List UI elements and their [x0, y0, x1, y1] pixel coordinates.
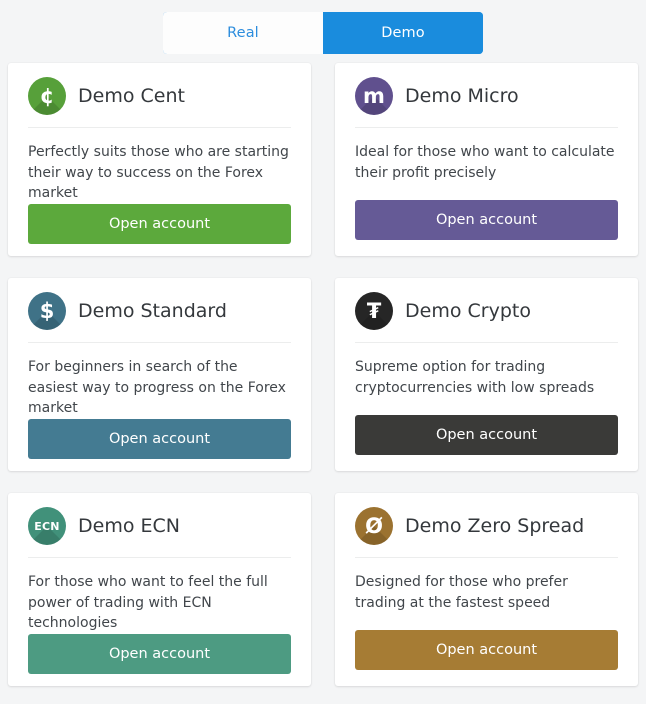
- card-title: Demo Cent: [78, 84, 185, 107]
- card-title: Demo Crypto: [405, 299, 531, 322]
- account-card-demo-micro: m Demo Micro Ideal for those who want to…: [335, 63, 638, 256]
- ecn-icon: ECN: [28, 507, 66, 545]
- zero-spread-icon: Ø: [355, 507, 393, 545]
- micro-icon: m: [355, 77, 393, 115]
- card-title: Demo ECN: [78, 514, 180, 537]
- card-description: For beginners in search of the easiest w…: [28, 359, 286, 417]
- card-title: Demo Zero Spread: [405, 514, 585, 537]
- card-description: Ideal for those who want to calculate th…: [355, 144, 615, 181]
- dollar-icon: $: [28, 292, 66, 330]
- account-card-demo-standard: $ Demo Standard For beginners in search …: [8, 278, 311, 471]
- tab-real[interactable]: Real: [163, 12, 323, 54]
- card-header: Ø Demo Zero Spread: [355, 507, 618, 558]
- icon-glyph: m: [363, 83, 385, 108]
- account-card-demo-crypto: ₮ Demo Crypto Supreme option for trading…: [335, 278, 638, 471]
- card-header: m Demo Micro: [355, 77, 618, 128]
- card-description: Perfectly suits those who are starting t…: [28, 144, 289, 202]
- tab-demo[interactable]: Demo: [323, 12, 483, 54]
- cent-icon: ¢: [28, 77, 66, 115]
- open-account-button[interactable]: Open account: [355, 200, 618, 240]
- open-account-button[interactable]: Open account: [355, 630, 618, 670]
- card-title: Demo Micro: [405, 84, 519, 107]
- icon-glyph: ₮: [366, 298, 382, 323]
- card-description: Designed for those who prefer trading at…: [355, 574, 568, 611]
- card-header: ECN Demo ECN: [28, 507, 291, 558]
- account-type-toggle[interactable]: Real Demo: [163, 12, 483, 54]
- account-card-demo-ecn: ECN Demo ECN For those who want to feel …: [8, 493, 311, 686]
- tether-icon: ₮: [355, 292, 393, 330]
- icon-glyph: ¢: [39, 83, 55, 108]
- icon-glyph: $: [39, 298, 55, 323]
- card-description: Supreme option for trading cryptocurrenc…: [355, 359, 595, 396]
- card-header: ¢ Demo Cent: [28, 77, 291, 128]
- card-header: ₮ Demo Crypto: [355, 292, 618, 343]
- account-cards-grid: ¢ Demo Cent Perfectly suits those who ar…: [0, 63, 646, 686]
- icon-glyph: ECN: [34, 519, 60, 533]
- open-account-button[interactable]: Open account: [28, 204, 291, 245]
- open-account-button[interactable]: Open account: [355, 415, 618, 455]
- account-card-demo-cent: ¢ Demo Cent Perfectly suits those who ar…: [8, 63, 311, 256]
- card-description: For those who want to feel the full powe…: [28, 574, 268, 632]
- card-header: $ Demo Standard: [28, 292, 291, 343]
- open-account-button[interactable]: Open account: [28, 634, 291, 675]
- open-account-button[interactable]: Open account: [28, 419, 291, 460]
- icon-glyph: Ø: [365, 513, 383, 538]
- account-card-demo-zero-spread: Ø Demo Zero Spread Designed for those wh…: [335, 493, 638, 686]
- card-title: Demo Standard: [78, 299, 227, 322]
- account-type-toggle-wrapper: Real Demo: [0, 0, 646, 63]
